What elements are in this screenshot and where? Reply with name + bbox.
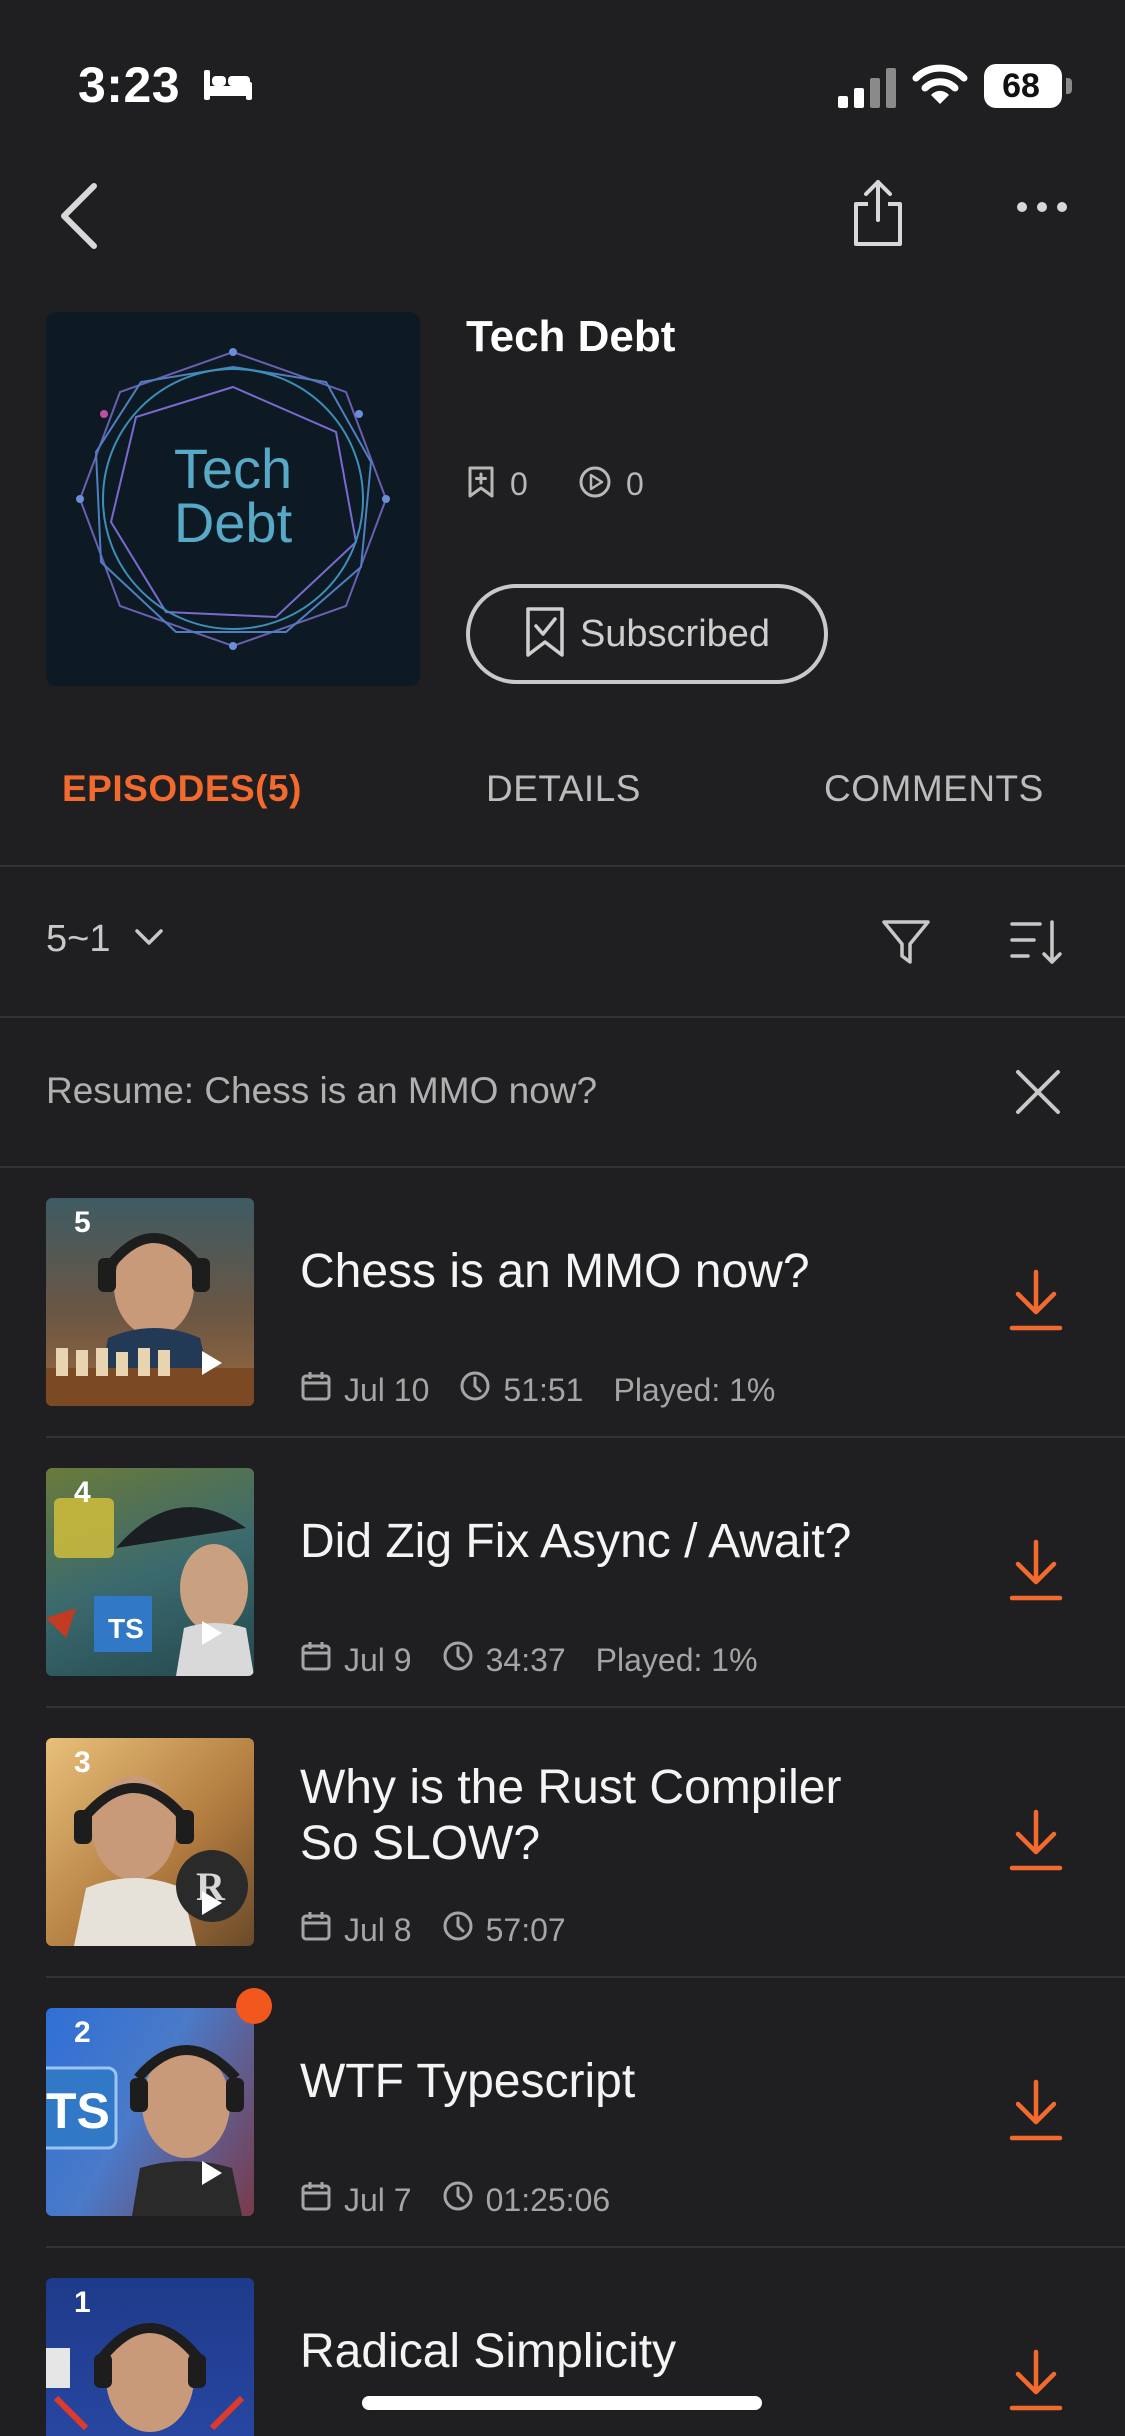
- episode-title: Radical Simplicity: [300, 2325, 677, 2378]
- subscribed-button[interactable]: Subscribed: [466, 584, 828, 684]
- episode-duration: 01:25:06: [485, 2181, 611, 2218]
- episode-played: Played: 1%: [595, 1641, 758, 1678]
- episode-title: Did Zig Fix Async / Await?: [300, 1515, 852, 1568]
- tab-details[interactable]: DETAILS: [486, 768, 641, 810]
- download-icon[interactable]: [1008, 2348, 1064, 2419]
- calendar-icon: [300, 1640, 332, 1680]
- filter-icon[interactable]: [880, 916, 932, 973]
- status-time: 3:23: [78, 57, 181, 113]
- row-divider: [46, 1706, 1125, 1708]
- download-icon[interactable]: [1008, 2078, 1064, 2149]
- bookmark-check-icon: [524, 606, 566, 663]
- back-icon[interactable]: [54, 180, 104, 257]
- download-icon[interactable]: [1008, 1808, 1064, 1879]
- saved-count-value: 0: [510, 465, 528, 502]
- download-icon[interactable]: [1008, 1268, 1064, 1339]
- share-icon[interactable]: [850, 178, 906, 253]
- close-icon[interactable]: [1014, 1068, 1062, 1121]
- tab-comments[interactable]: COMMENTS: [824, 768, 1044, 810]
- bed-icon: [202, 66, 254, 107]
- signal-icon: [838, 68, 898, 113]
- episode-duration: 34:37: [485, 1641, 566, 1678]
- battery-level: 68: [1002, 67, 1040, 105]
- episode-meta: Jul 7 01:25:06: [300, 2180, 610, 2220]
- tab-episodes[interactable]: EPISODES(5): [62, 768, 302, 810]
- row-divider: [46, 1436, 1125, 1438]
- saved-count: 0: [466, 464, 528, 504]
- episode-thumbnail: 1: [46, 2278, 254, 2436]
- episode-number: 5: [74, 1206, 91, 1239]
- episode-duration: 57:07: [485, 1911, 566, 1948]
- more-icon[interactable]: [1016, 200, 1068, 218]
- episode-meta: Jul 8 57:07: [300, 1910, 566, 1950]
- episode-title: WTF Typescript: [300, 2055, 636, 2108]
- plays-count-value: 0: [626, 465, 644, 502]
- status-bar: 3:23 68: [0, 0, 1125, 150]
- list-item[interactable]: TS 4 Did Zig Fix Async / Await? Jul 9 34…: [0, 1468, 1125, 1738]
- podcast-artwork: Tech Debt: [46, 312, 420, 686]
- episode-title: Chess is an MMO now?: [300, 1245, 810, 1298]
- episode-range-select[interactable]: 5~1: [46, 918, 164, 961]
- podcast-title: Tech Debt: [466, 312, 676, 361]
- episode-meta: Jul 9 34:37 Played: 1%: [300, 1640, 758, 1680]
- bookmark-icon: [466, 465, 496, 504]
- tabs-divider: [0, 865, 1125, 867]
- clock-icon: [442, 2180, 474, 2220]
- episode-number: 4: [74, 1476, 91, 1509]
- subscribed-label: Subscribed: [579, 612, 771, 655]
- list-item[interactable]: 5 Chess is an MMO now? Jul 10 51:51 Play…: [0, 1198, 1125, 1468]
- episode-thumbnail: 5: [46, 1198, 254, 1406]
- row-divider: [46, 2246, 1125, 2248]
- play-icon[interactable]: [196, 1888, 226, 1923]
- play-circle-icon: [578, 465, 612, 504]
- svg-text:TS: TS: [46, 2083, 110, 2139]
- episode-thumbnail: TS 2: [46, 2008, 254, 2216]
- calendar-icon: [300, 2180, 332, 2220]
- range-label: 5~1: [46, 918, 111, 960]
- new-episode-dot: [236, 1988, 272, 2024]
- resume-divider: [0, 1166, 1125, 1168]
- resume-banner[interactable]: Resume: Chess is an MMO now?: [46, 1070, 597, 1112]
- row-divider: [46, 1976, 1125, 1978]
- episode-number: 1: [74, 2286, 91, 2319]
- home-indicator[interactable]: [362, 2396, 762, 2410]
- episode-date: Jul 10: [344, 1371, 430, 1408]
- toolbar-divider: [0, 1016, 1125, 1018]
- episode-date: Jul 7: [344, 2181, 412, 2218]
- plays-count: 0: [578, 464, 644, 504]
- play-icon[interactable]: [196, 2158, 226, 2193]
- clock-icon: [459, 1370, 491, 1410]
- play-icon[interactable]: [196, 1618, 226, 1653]
- episode-date: Jul 9: [344, 1641, 412, 1678]
- play-icon[interactable]: [196, 1348, 226, 1383]
- episode-date: Jul 8: [344, 1911, 412, 1948]
- download-icon[interactable]: [1008, 1538, 1064, 1609]
- episode-played: Played: 1%: [613, 1371, 776, 1408]
- clock-icon: [442, 1640, 474, 1680]
- list-item[interactable]: R 3 Why is the Rust Compiler So SLOW? Ju…: [0, 1738, 1125, 2008]
- episode-thumbnail: TS 4: [46, 1468, 254, 1676]
- episode-thumbnail: R 3: [46, 1738, 254, 1946]
- episode-number: 2: [74, 2016, 91, 2049]
- artwork-title: Tech Debt: [173, 437, 293, 554]
- episode-title: Why is the Rust Compiler So SLOW?: [300, 1761, 842, 1870]
- wifi-icon: [912, 64, 968, 113]
- calendar-icon: [300, 1370, 332, 1410]
- clock-icon: [442, 1910, 474, 1950]
- episode-number: 3: [74, 1746, 91, 1779]
- calendar-icon: [300, 1910, 332, 1950]
- svg-text:TS: TS: [108, 1613, 144, 1644]
- episode-meta: Jul 10 51:51 Played: 1%: [300, 1370, 775, 1410]
- list-item[interactable]: 1 Radical Simplicity: [0, 2278, 1125, 2436]
- chevron-down-icon: [134, 927, 164, 952]
- list-item[interactable]: TS 2 WTF Typescript Jul 7 01:25:06: [0, 1988, 1125, 2278]
- episode-duration: 51:51: [503, 1371, 584, 1408]
- sort-icon[interactable]: [1008, 918, 1064, 971]
